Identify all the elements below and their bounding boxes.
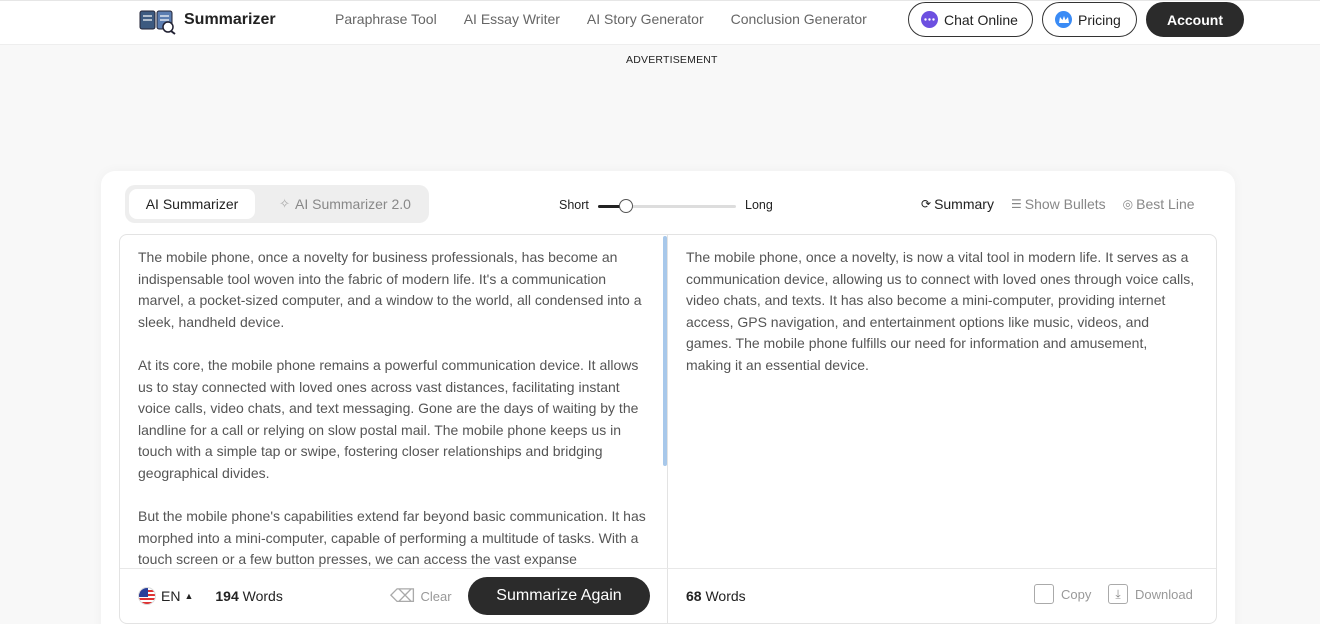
length-short-label: Short xyxy=(559,198,589,212)
copy-label: Copy xyxy=(1061,586,1092,602)
top-navigation-bar: Summarizer Paraphrase Tool AI Essay Writ… xyxy=(0,0,1320,45)
bullet-list-icon: ☰ xyxy=(1010,197,1022,211)
caret-up-icon[interactable]: ▲ xyxy=(184,591,193,601)
length-long-label: Long xyxy=(745,198,773,212)
input-paragraph: At its core, the mobile phone remains a … xyxy=(138,356,639,481)
nav-ai-story-generator[interactable]: AI Story Generator xyxy=(587,11,704,27)
download-label: Download xyxy=(1135,586,1193,602)
pricing-label: Pricing xyxy=(1078,11,1121,28)
mode-show-bullets-label: Show Bullets xyxy=(1024,196,1106,212)
model-tabs: AI Summarizer ✧ AI Summarizer 2.0 xyxy=(125,185,429,223)
mode-summary-label: Summary xyxy=(934,196,994,212)
output-word-count-value: 68 xyxy=(686,588,702,604)
text-panels: The mobile phone, once a novelty for bus… xyxy=(119,234,1217,624)
mode-best-line-label: Best Line xyxy=(1136,196,1195,212)
nav-paraphrase-tool[interactable]: Paraphrase Tool xyxy=(335,11,437,27)
nav-conclusion-generator[interactable]: Conclusion Generator xyxy=(731,11,867,27)
input-paragraph: But the mobile phone's capabilities exte… xyxy=(138,508,646,567)
mode-summary[interactable]: ⟳ Summary xyxy=(921,196,994,212)
summarize-again-button[interactable]: Summarize Again xyxy=(468,577,650,615)
input-paragraph: The mobile phone, once a novelty for bus… xyxy=(138,249,642,330)
chat-bubble-icon xyxy=(921,11,938,28)
language-selector[interactable]: EN xyxy=(161,588,180,604)
eraser-icon: ⌫ xyxy=(390,586,416,606)
check-circle-icon: ◎ xyxy=(1122,197,1134,211)
summary-length-slider[interactable] xyxy=(598,199,736,213)
main-nav: Paraphrase Tool AI Essay Writer AI Story… xyxy=(335,11,894,27)
copy-icon xyxy=(1034,584,1054,604)
mode-show-bullets[interactable]: ☰ Show Bullets xyxy=(1011,196,1106,212)
summary-output: The mobile phone, once a novelty, is now… xyxy=(686,249,1195,373)
clear-label: Clear xyxy=(420,589,452,604)
tab-ai-summarizer-2[interactable]: ✧ AI Summarizer 2.0 xyxy=(265,189,425,219)
chat-online-button[interactable]: Chat Online xyxy=(908,2,1033,37)
input-word-count-value: 194 xyxy=(215,588,239,604)
output-words-label: Words xyxy=(705,588,746,604)
mode-best-line[interactable]: ◎ Best Line xyxy=(1123,196,1195,212)
download-button[interactable]: ⤓ Download xyxy=(1108,584,1193,604)
nav-ai-essay-writer[interactable]: AI Essay Writer xyxy=(464,11,560,27)
summary-icon: ⟳ xyxy=(921,197,932,211)
brand-name: Summarizer xyxy=(184,11,276,28)
input-textarea[interactable]: The mobile phone, once a novelty for bus… xyxy=(138,247,648,567)
clear-button[interactable]: ⌫ Clear xyxy=(390,586,452,607)
output-mode-options: ⟳ Summary ☰ Show Bullets ◎ Best Line xyxy=(921,196,1212,212)
footer-divider xyxy=(120,568,1216,569)
panel-divider xyxy=(667,235,668,623)
brand-logo[interactable]: Summarizer xyxy=(138,5,276,35)
output-word-count: 68 Words xyxy=(686,588,746,604)
us-flag-icon[interactable] xyxy=(138,587,156,605)
pricing-button[interactable]: Pricing xyxy=(1042,2,1137,37)
tab-ai-summarizer[interactable]: AI Summarizer xyxy=(129,189,255,219)
download-icon: ⤓ xyxy=(1108,584,1128,604)
tab-ai-summarizer-2-label: AI Summarizer 2.0 xyxy=(294,196,411,212)
input-words-label: Words xyxy=(242,588,283,604)
account-button[interactable]: Account xyxy=(1146,2,1244,37)
sparkle-icon: ✧ xyxy=(279,196,290,211)
book-logo-icon xyxy=(139,10,176,35)
chat-online-label: Chat Online xyxy=(944,11,1018,28)
input-footer: EN ▲ 194 Words xyxy=(138,578,283,614)
crown-icon xyxy=(1055,11,1072,28)
copy-button[interactable]: Copy xyxy=(1034,584,1091,604)
slider-handle[interactable] xyxy=(618,199,633,213)
input-word-count: 194 Words xyxy=(215,588,282,604)
advertisement-label: ADVERTISEMENT xyxy=(626,54,718,66)
